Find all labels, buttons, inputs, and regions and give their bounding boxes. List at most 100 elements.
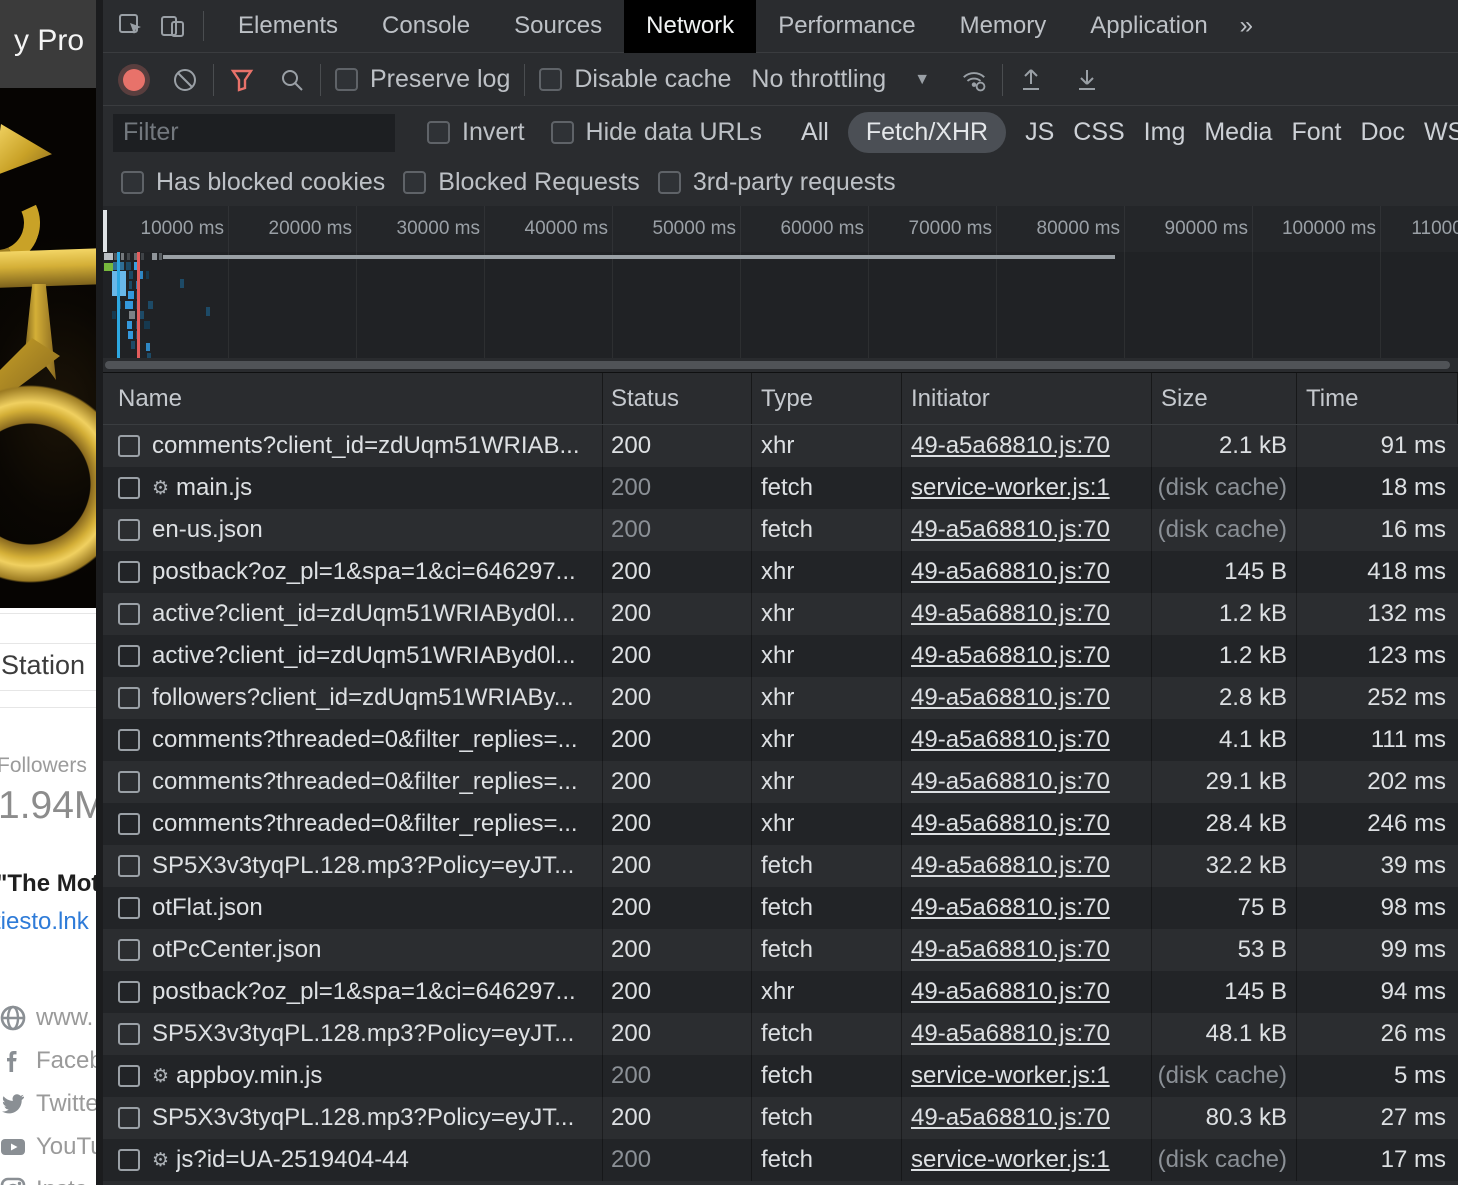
overview-left-handle[interactable] <box>103 210 107 252</box>
initiator-link[interactable]: 49-a5a68810.js:70 <box>911 1020 1110 1048</box>
hide-data-urls-checkbox[interactable]: Hide data URLs <box>551 118 762 147</box>
network-overview[interactable]: 10000 ms20000 ms30000 ms40000 ms50000 ms… <box>103 206 1458 372</box>
preserve-log-checkbox[interactable]: Preserve log <box>335 65 510 94</box>
filter-type-fetch-xhr[interactable]: Fetch/XHR <box>848 112 1006 153</box>
social-link-youtube[interactable]: YouTu <box>0 1125 97 1168</box>
row-checkbox[interactable] <box>118 855 140 877</box>
table-row[interactable]: postback?oz_pl=1&spa=1&ci=646297...200xh… <box>103 971 1458 1013</box>
table-row[interactable]: comments?threaded=0&filter_replies=...20… <box>103 761 1458 803</box>
social-link-facebook[interactable]: Faceb <box>0 1039 97 1082</box>
filter-type-doc[interactable]: Doc <box>1360 118 1404 147</box>
initiator-link[interactable]: 49-a5a68810.js:70 <box>911 978 1110 1006</box>
filter-type-media[interactable]: Media <box>1204 118 1272 147</box>
more-tabs-chevron[interactable]: » <box>1240 12 1253 40</box>
table-row[interactable]: SP5X3v3tyqPL.128.mp3?Policy=eyJT...200fe… <box>103 845 1458 887</box>
blocked-requests-checkbox[interactable]: Blocked Requests <box>403 168 640 197</box>
row-checkbox[interactable] <box>118 1023 140 1045</box>
row-checkbox[interactable] <box>118 939 140 961</box>
table-row[interactable]: otFlat.json200fetch49-a5a68810.js:7075 B… <box>103 887 1458 929</box>
initiator-link[interactable]: 49-a5a68810.js:70 <box>911 1104 1110 1132</box>
throttling-dropdown[interactable]: No throttling ▼ <box>751 65 930 94</box>
checkbox[interactable] <box>658 171 681 194</box>
initiator-link[interactable]: 49-a5a68810.js:70 <box>911 516 1110 544</box>
checkbox[interactable] <box>403 171 426 194</box>
overview-scrollbar[interactable] <box>103 358 1458 372</box>
table-row[interactable]: ⚙main.js200fetchservice-worker.js:1(disk… <box>103 467 1458 509</box>
column-header-type[interactable]: Type <box>752 373 902 424</box>
row-checkbox[interactable] <box>118 519 140 541</box>
table-row[interactable]: active?client_id=zdUqm51WRIAByd0l...200x… <box>103 593 1458 635</box>
checkbox[interactable] <box>539 68 562 91</box>
filter-type-ws[interactable]: WS <box>1424 118 1458 147</box>
row-checkbox[interactable] <box>118 813 140 835</box>
column-header-time[interactable]: Time <box>1297 373 1458 424</box>
request-name-cell[interactable]: otPcCenter.json <box>103 929 603 971</box>
device-toolbar-icon[interactable] <box>159 12 187 40</box>
request-name-cell[interactable]: postback?oz_pl=1&spa=1&ci=646297... <box>103 971 603 1013</box>
tab-performance[interactable]: Performance <box>756 0 937 53</box>
has-blocked-cookies-checkbox[interactable]: Has blocked cookies <box>121 168 385 197</box>
column-header-status[interactable]: Status <box>603 373 752 424</box>
table-row[interactable]: comments?client_id=zdUqm51WRIAB...200xhr… <box>103 425 1458 467</box>
table-row[interactable]: ⚙js?id=UA-2519404-44200fetchservice-work… <box>103 1139 1458 1181</box>
initiator-link[interactable]: 49-a5a68810.js:70 <box>911 894 1110 922</box>
tab-elements[interactable]: Elements <box>216 0 360 53</box>
row-checkbox[interactable] <box>118 729 140 751</box>
request-name-cell[interactable]: postback?oz_pl=1&spa=1&ci=646297... <box>103 551 603 593</box>
clear-icon[interactable] <box>171 66 199 94</box>
request-name-cell[interactable]: otFlat.json <box>103 887 603 929</box>
waterfall-overview[interactable] <box>103 252 1458 358</box>
initiator-link[interactable]: service-worker.js:1 <box>911 1062 1110 1090</box>
tab-network[interactable]: Network <box>624 0 756 53</box>
initiator-link[interactable]: 49-a5a68810.js:70 <box>911 432 1110 460</box>
tab-memory[interactable]: Memory <box>938 0 1069 53</box>
network-conditions-icon[interactable] <box>960 66 988 94</box>
filter-icon[interactable] <box>228 66 256 94</box>
filter-type-img[interactable]: Img <box>1144 118 1186 147</box>
initiator-link[interactable]: 49-a5a68810.js:70 <box>911 852 1110 880</box>
request-name-cell[interactable]: comments?threaded=0&filter_replies=... <box>103 761 603 803</box>
disable-cache-checkbox[interactable]: Disable cache <box>539 65 731 94</box>
initiator-link[interactable]: 49-a5a68810.js:70 <box>911 558 1110 586</box>
initiator-link[interactable]: service-worker.js:1 <box>911 474 1110 502</box>
request-name-cell[interactable]: SP5X3v3tyqPL.128.mp3?Policy=eyJT... <box>103 845 603 887</box>
request-name-cell[interactable]: ⚙main.js <box>103 467 603 509</box>
import-har-icon[interactable] <box>1017 66 1045 94</box>
station-button[interactable]: Station <box>1 650 85 681</box>
social-link-globe[interactable]: www. <box>0 996 97 1039</box>
try-pro-button[interactable]: y Pro <box>14 24 84 58</box>
row-checkbox[interactable] <box>118 477 140 499</box>
column-header-initiator[interactable]: Initiator <box>902 373 1152 424</box>
initiator-link[interactable]: service-worker.js:1 <box>911 1146 1110 1174</box>
inspect-element-icon[interactable] <box>117 12 145 40</box>
export-har-icon[interactable] <box>1073 66 1101 94</box>
table-row[interactable]: postback?oz_pl=1&spa=1&ci=646297...200xh… <box>103 551 1458 593</box>
initiator-link[interactable]: 49-a5a68810.js:70 <box>911 936 1110 964</box>
checkbox[interactable] <box>335 68 358 91</box>
3rd-party-requests-checkbox[interactable]: 3rd-party requests <box>658 168 896 197</box>
checkbox[interactable] <box>551 121 574 144</box>
request-name-cell[interactable]: SP5X3v3tyqPL.128.mp3?Policy=eyJT... <box>103 1097 603 1139</box>
row-checkbox[interactable] <box>118 1149 140 1171</box>
request-name-cell[interactable]: followers?client_id=zdUqm51WRIABy... <box>103 677 603 719</box>
filter-type-js[interactable]: JS <box>1025 118 1054 147</box>
table-row[interactable]: en-us.json200fetch49-a5a68810.js:70(disk… <box>103 509 1458 551</box>
tab-application[interactable]: Application <box>1068 0 1229 53</box>
initiator-link[interactable]: 49-a5a68810.js:70 <box>911 642 1110 670</box>
checkbox[interactable] <box>121 171 144 194</box>
request-name-cell[interactable]: comments?client_id=zdUqm51WRIAB... <box>103 425 603 467</box>
table-row[interactable]: comments?threaded=0&filter_replies=...20… <box>103 803 1458 845</box>
row-checkbox[interactable] <box>118 897 140 919</box>
tab-console[interactable]: Console <box>360 0 492 53</box>
row-checkbox[interactable] <box>118 1107 140 1129</box>
request-name-cell[interactable]: ⚙appboy.min.js <box>103 1055 603 1097</box>
request-name-cell[interactable]: SP5X3v3tyqPL.128.mp3?Policy=eyJT... <box>103 1013 603 1055</box>
social-link-twitter[interactable]: Twitte <box>0 1082 97 1125</box>
initiator-link[interactable]: 49-a5a68810.js:70 <box>911 684 1110 712</box>
request-name-cell[interactable]: comments?threaded=0&filter_replies=... <box>103 719 603 761</box>
column-header-size[interactable]: Size <box>1152 373 1297 424</box>
row-checkbox[interactable] <box>118 1065 140 1087</box>
request-name-cell[interactable]: active?client_id=zdUqm51WRIAByd0l... <box>103 635 603 677</box>
table-row[interactable]: ⚙appboy.min.js200fetchservice-worker.js:… <box>103 1055 1458 1097</box>
request-name-cell[interactable]: active?client_id=zdUqm51WRIAByd0l... <box>103 593 603 635</box>
